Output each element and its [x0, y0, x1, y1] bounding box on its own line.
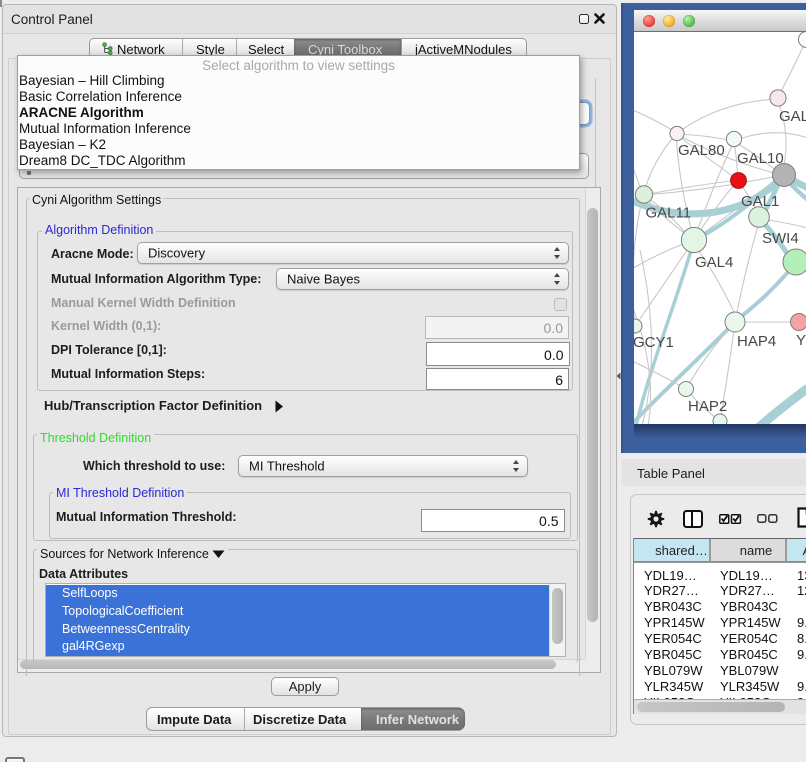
svg-text:Y: Y [796, 332, 806, 349]
svg-text:HAP4: HAP4 [737, 333, 776, 350]
svg-text:GAL11: GAL11 [646, 205, 692, 222]
svg-text:GCY1: GCY1 [634, 334, 674, 351]
svg-text:GAL1: GAL1 [741, 193, 779, 210]
svg-text:GAL10: GAL10 [737, 150, 784, 167]
svg-text:GAL: GAL [779, 108, 806, 125]
svg-text:SWI4: SWI4 [762, 230, 799, 247]
svg-text:GAL4: GAL4 [695, 254, 733, 271]
svg-text:HAP2: HAP2 [688, 398, 727, 415]
svg-text:GAL80: GAL80 [678, 142, 725, 159]
